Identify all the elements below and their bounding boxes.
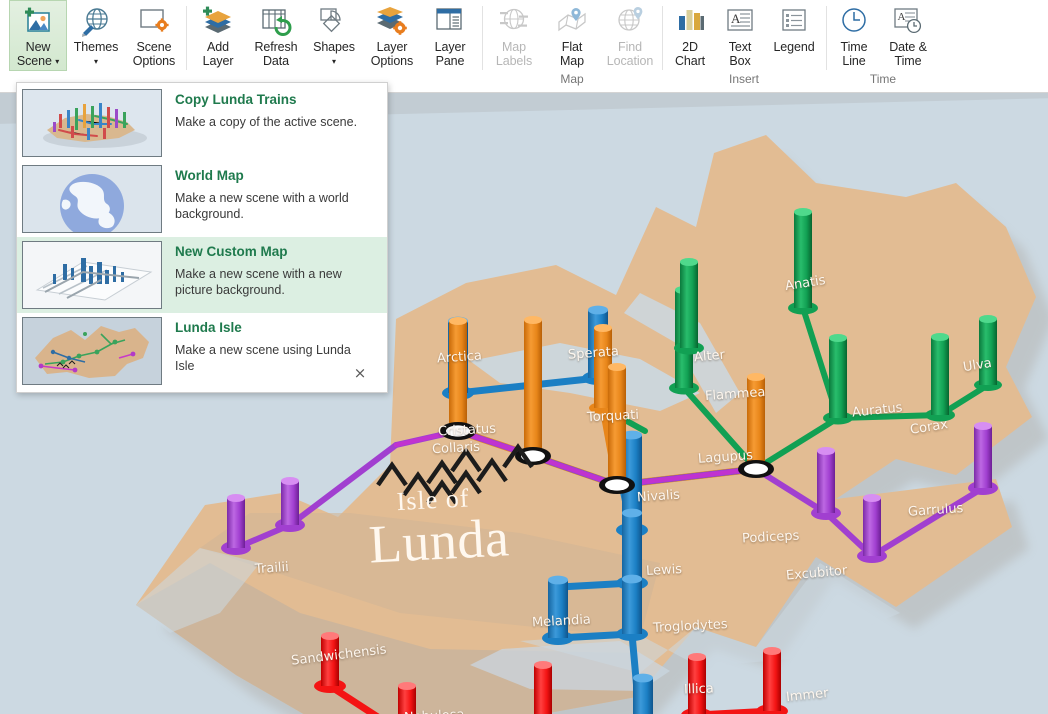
new-scene-button[interactable]: New Scene ▾ — [9, 0, 67, 72]
thumb-lunda-isle — [22, 317, 162, 385]
find-location-icon — [613, 5, 647, 39]
gallery-item-title: New Custom Map — [175, 244, 288, 259]
legend-label: Legend — [773, 40, 815, 54]
add-layer-icon — [201, 5, 235, 39]
scene-options-icon — [137, 5, 171, 39]
text-box-label: Text Box — [728, 40, 752, 68]
flat-map-button[interactable]: Flat Map — [543, 0, 601, 71]
scene-options-label: Scene Options — [132, 40, 176, 68]
map-labels-button[interactable]: Map Labels — [485, 0, 543, 71]
layer-pane-button[interactable]: Layer Pane — [421, 0, 479, 71]
layer-options-button[interactable]: Layer Options — [363, 0, 421, 71]
map-labels-label: Map Labels — [495, 40, 533, 68]
map-labels-icon — [497, 5, 531, 39]
time-line-button[interactable]: Time Line — [829, 0, 879, 71]
ribbon-group-map: Map Labels Flat Map Find Location Map — [482, 0, 662, 86]
new-scene-icon — [21, 5, 55, 39]
svg-text:A: A — [898, 11, 906, 23]
layer-pane-label: Layer Pane — [434, 40, 466, 68]
gallery-item-desc: Make a new scene with a new picture back… — [175, 267, 342, 297]
layer-pane-icon — [433, 5, 467, 39]
gallery-item-title: Copy Lunda Trains — [175, 92, 297, 107]
flat-map-icon — [555, 5, 589, 39]
date-time-button[interactable]: A Date & Time — [879, 0, 937, 71]
add-layer-button[interactable]: Add Layer — [189, 0, 247, 71]
gallery-item-desc: Make a copy of the active scene. — [175, 115, 358, 129]
text-box-icon: A — [723, 5, 757, 39]
thumb-custom-plane — [22, 241, 162, 309]
shapes-icon — [317, 5, 351, 39]
thumb-lunda-trains — [22, 89, 162, 157]
gallery-item-copy-lunda-trains[interactable]: Copy Lunda Trains Make a copy of the act… — [17, 85, 387, 161]
find-location-button[interactable]: Find Location — [601, 0, 659, 71]
gallery-item-desc: Make a new scene with a world background… — [175, 191, 349, 221]
layer-options-label: Layer Options — [370, 40, 414, 68]
ribbon-group-scene: New Scene ▾ Themes ▾ Scene Options — [6, 0, 186, 86]
gallery-item-text: World Map Make a new scene with a world … — [162, 165, 370, 222]
new-scene-label: New Scene ▾ — [16, 40, 60, 68]
ribbon-group-time: Time Line A Date & Time Time — [826, 0, 940, 86]
ribbon-toolbar: New Scene ▾ Themes ▾ Scene Options Add L… — [0, 0, 1048, 93]
bar-chart-icon — [673, 5, 707, 39]
themes-globe-icon — [79, 5, 113, 39]
time-line-label: Time Line — [840, 40, 868, 68]
clock-icon — [837, 5, 871, 39]
gallery-item-lunda-isle[interactable]: Lunda Isle Make a new scene using Lunda … — [17, 313, 387, 389]
thumb-world-globe — [22, 165, 162, 233]
ribbon-group-time-title: Time — [869, 72, 897, 86]
ribbon-group-layer: Add Layer Refresh Data Shapes ▾ Layer Op… — [186, 0, 482, 86]
gallery-item-text: New Custom Map Make a new scene with a n… — [162, 241, 370, 298]
layer-options-icon — [375, 5, 409, 39]
refresh-data-label: Refresh Data — [254, 40, 298, 68]
gallery-item-new-custom-map[interactable]: New Custom Map Make a new scene with a n… — [17, 237, 387, 313]
shapes-label: Shapes ▾ — [313, 40, 355, 66]
text-box-button[interactable]: A Text Box — [715, 0, 765, 71]
themes-button[interactable]: Themes ▾ — [67, 0, 125, 71]
2d-chart-button[interactable]: 2D Chart — [665, 0, 715, 71]
2d-chart-label: 2D Chart — [674, 40, 706, 68]
gallery-item-title: Lunda Isle — [175, 320, 242, 335]
add-layer-label: Add Layer — [202, 40, 234, 68]
date-time-icon: A — [891, 5, 925, 39]
svg-text:A: A — [731, 11, 741, 26]
ribbon-group-insert: 2D Chart A Text Box Legend Insert — [662, 0, 826, 86]
gallery-item-title: World Map — [175, 168, 244, 183]
ribbon-group-map-title: Map — [560, 72, 584, 86]
ribbon-group-insert-title: Insert — [728, 72, 759, 86]
themes-label: Themes ▾ — [73, 40, 119, 66]
refresh-data-icon — [259, 5, 293, 39]
gallery-item-text: Copy Lunda Trains Make a copy of the act… — [162, 89, 367, 130]
scene-options-button[interactable]: Scene Options — [125, 0, 183, 71]
date-time-label: Date & Time — [889, 40, 927, 68]
legend-button[interactable]: Legend — [765, 0, 823, 58]
close-icon[interactable]: × — [351, 364, 369, 382]
gallery-item-desc: Make a new scene using Lunda Isle — [175, 343, 351, 373]
new-scene-gallery-dropdown[interactable]: Copy Lunda Trains Make a copy of the act… — [16, 82, 388, 393]
flat-map-label: Flat Map — [559, 40, 585, 68]
gallery-item-world-map[interactable]: World Map Make a new scene with a world … — [17, 161, 387, 237]
legend-icon — [777, 5, 811, 39]
gallery-item-text: Lunda Isle Make a new scene using Lunda … — [162, 317, 370, 374]
find-location-label: Find Location — [606, 40, 654, 68]
shapes-button[interactable]: Shapes ▾ — [305, 0, 363, 71]
refresh-data-button[interactable]: Refresh Data — [247, 0, 305, 71]
ribbon-groups: New Scene ▾ Themes ▾ Scene Options Add L… — [0, 0, 1048, 92]
